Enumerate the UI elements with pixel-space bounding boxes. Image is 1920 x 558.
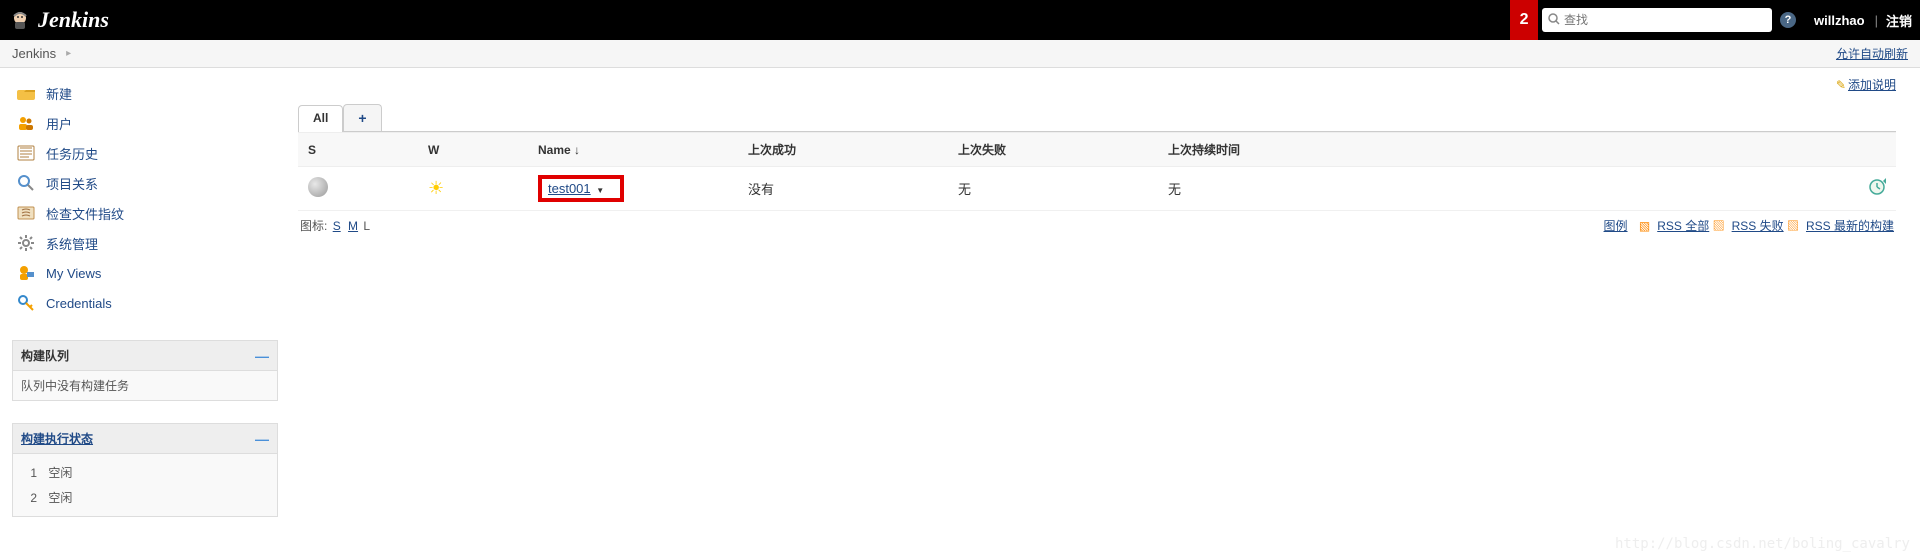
- brand-text: Jenkins: [38, 7, 109, 33]
- col-last-success[interactable]: 上次成功: [738, 133, 948, 167]
- col-status[interactable]: S: [298, 133, 418, 167]
- executor-row: 1 空闲: [21, 460, 269, 485]
- gear-icon: [16, 233, 36, 253]
- search-box[interactable]: [1542, 8, 1772, 32]
- breadcrumb-arrow-icon: ▸: [66, 48, 71, 59]
- collapse-icon[interactable]: —: [255, 431, 269, 447]
- rss-fail-link[interactable]: RSS 失败: [1732, 219, 1784, 233]
- search-icon: [1548, 13, 1560, 28]
- rss-icon: ▧: [1639, 219, 1650, 233]
- executor-state: 空闲: [48, 466, 72, 480]
- schedule-build-icon[interactable]: [1868, 178, 1886, 199]
- jenkins-logo-icon: [8, 8, 32, 32]
- history-icon: [16, 143, 36, 163]
- logo-area[interactable]: Jenkins: [8, 7, 109, 33]
- sidebar-label: 系统管理: [46, 234, 98, 253]
- rss-icon: ▧: [1713, 219, 1725, 233]
- edit-icon: ✎: [1836, 78, 1846, 92]
- pipe-separator: |: [1875, 13, 1878, 28]
- sidebar-item-history[interactable]: 任务历史: [12, 138, 278, 168]
- sidebar-item-myviews[interactable]: My Views: [12, 258, 278, 288]
- user-link[interactable]: willzhao: [1814, 13, 1865, 28]
- build-queue-empty: 队列中没有构建任务: [13, 371, 277, 400]
- logout-link[interactable]: 注销: [1886, 11, 1912, 30]
- rss-latest-link[interactable]: RSS 最新的构建: [1806, 219, 1894, 233]
- executors-title[interactable]: 构建执行状态: [21, 430, 93, 447]
- myviews-icon: [16, 263, 36, 283]
- highlight-box: test001 ▼: [538, 175, 624, 202]
- icon-size-m[interactable]: M: [348, 219, 358, 233]
- top-header: Jenkins 2 ? willzhao | 注销: [0, 0, 1920, 40]
- credentials-icon: [16, 293, 36, 313]
- help-icon[interactable]: ?: [1780, 12, 1796, 28]
- auto-refresh-link[interactable]: 允许自动刷新: [1836, 47, 1908, 61]
- sidebar-label: 项目关系: [46, 174, 98, 193]
- people-icon: [16, 113, 36, 133]
- notification-badge[interactable]: 2: [1510, 0, 1538, 40]
- search-input[interactable]: [1564, 13, 1766, 27]
- add-description-link[interactable]: 添加说明: [1848, 78, 1896, 92]
- icon-size-l: L: [363, 219, 370, 233]
- icon-size-row: 图标: S M L: [298, 211, 372, 240]
- new-item-icon: [16, 83, 36, 103]
- build-queue-title: 构建队列: [21, 347, 69, 364]
- job-name-link[interactable]: test001: [548, 181, 591, 196]
- breadcrumb-root[interactable]: Jenkins: [12, 46, 56, 61]
- sidebar: 新建 用户 任务历史 项目关系 检查文件指纹 系统管理 My Views Cr: [0, 68, 290, 527]
- col-last-failure[interactable]: 上次失败: [948, 133, 1158, 167]
- sidebar-label: 任务历史: [46, 144, 98, 163]
- search-rel-icon: [16, 173, 36, 193]
- sidebar-item-new[interactable]: 新建: [12, 78, 278, 108]
- cell-last-failure: 无: [948, 167, 1158, 211]
- executor-row: 2 空闲: [21, 485, 269, 510]
- cell-last-duration: 无: [1158, 167, 1846, 211]
- col-name[interactable]: Name ↓: [528, 133, 738, 167]
- sidebar-item-credentials[interactable]: Credentials: [12, 288, 278, 318]
- rss-row: 图例 ▧RSS 全部 ▧RSS 失败 ▧RSS 最新的构建: [372, 211, 1896, 240]
- breadcrumb-bar: Jenkins ▸ 允许自动刷新: [0, 40, 1920, 68]
- col-last-duration[interactable]: 上次持续时间: [1158, 133, 1846, 167]
- sidebar-item-manage[interactable]: 系统管理: [12, 228, 278, 258]
- executor-num: 2: [21, 491, 37, 505]
- col-weather[interactable]: W: [418, 133, 528, 167]
- fingerprint-icon: [16, 203, 36, 223]
- executors-pane: 构建执行状态 — 1 空闲 2 空闲: [12, 423, 278, 517]
- rss-icon: ▧: [1787, 219, 1799, 233]
- collapse-icon[interactable]: —: [255, 348, 269, 364]
- sidebar-label: 检查文件指纹: [46, 204, 124, 223]
- sidebar-label: 用户: [46, 114, 72, 133]
- weather-sun-icon: ☀: [428, 178, 444, 198]
- status-ball-icon: [308, 177, 328, 197]
- cell-last-success: 没有: [738, 167, 948, 211]
- sidebar-label: Credentials: [46, 296, 112, 311]
- sidebar-item-fingerprint[interactable]: 检查文件指纹: [12, 198, 278, 228]
- icon-size-label: 图标:: [300, 219, 327, 233]
- chevron-down-icon[interactable]: ▼: [596, 186, 604, 195]
- tab-add[interactable]: +: [343, 104, 381, 131]
- rss-all-link[interactable]: RSS 全部: [1657, 219, 1709, 233]
- icon-size-s[interactable]: S: [333, 219, 341, 233]
- executor-num: 1: [21, 466, 37, 480]
- executor-state: 空闲: [48, 491, 72, 505]
- legend-link[interactable]: 图例: [1604, 219, 1628, 233]
- sidebar-item-relationship[interactable]: 项目关系: [12, 168, 278, 198]
- sidebar-label: My Views: [46, 266, 101, 281]
- build-queue-pane: 构建队列 — 队列中没有构建任务: [12, 340, 278, 401]
- table-row: ☀ test001 ▼ 没有 无 无: [298, 167, 1896, 211]
- tab-all[interactable]: All: [298, 105, 343, 132]
- main-panel: ✎添加说明 All + S W Name ↓ 上次成功 上次失败 上次持续时间: [290, 68, 1920, 527]
- sidebar-label: 新建: [46, 84, 72, 103]
- sidebar-item-people[interactable]: 用户: [12, 108, 278, 138]
- view-tabs: All +: [298, 104, 1896, 132]
- watermark: http://blog.csdn.net/boling_cavalry: [1615, 536, 1910, 552]
- jobs-table: S W Name ↓ 上次成功 上次失败 上次持续时间 ☀ test001: [298, 132, 1896, 211]
